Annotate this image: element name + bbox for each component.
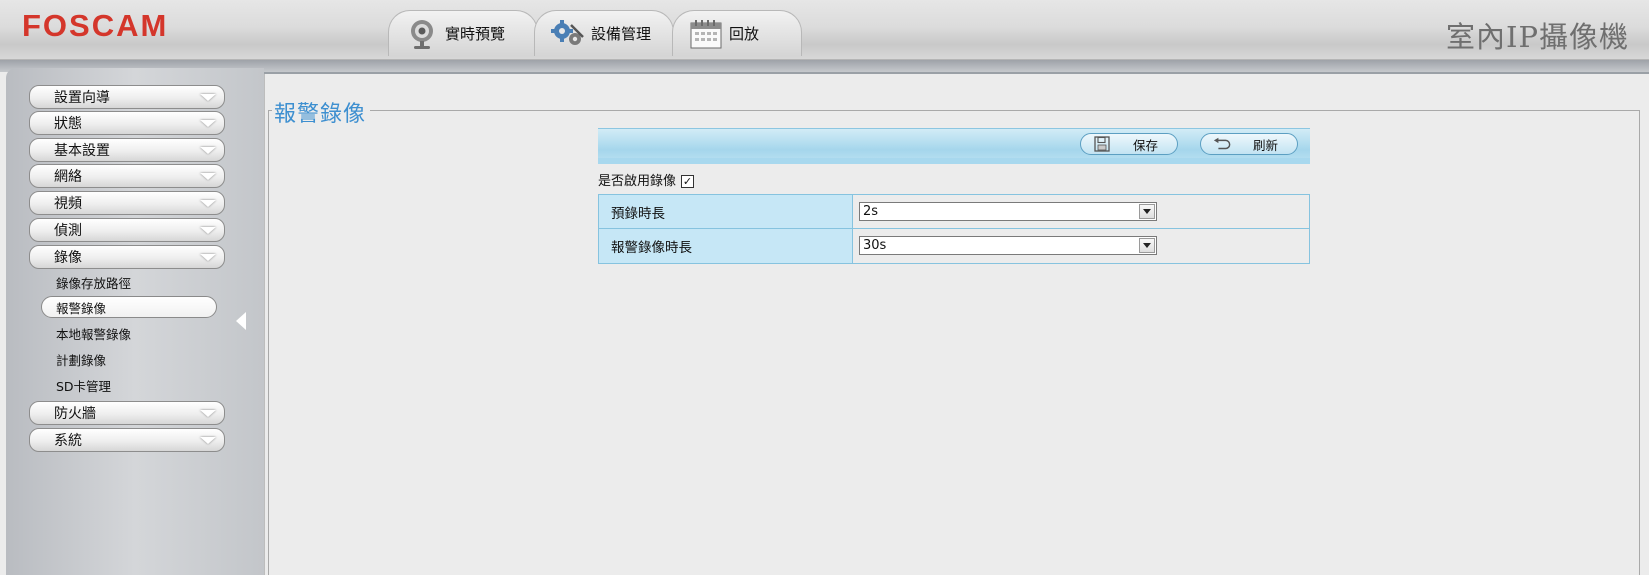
calendar-icon [689,17,723,51]
tab-playback[interactable]: 回放 [672,10,802,56]
sidebar-item-label: 狀態 [54,116,82,132]
sidebar-item-setup-wizard[interactable]: 設置向導 [29,85,225,109]
active-pointer-icon [236,312,246,330]
table-row: 報警錄像時長 30s [599,229,1309,263]
pre-record-duration-label: 預錄時長 [599,195,853,228]
sidebar-item-label: 網絡 [54,169,82,185]
camera-icon [405,17,439,51]
gears-icon [551,17,585,51]
pre-record-duration-value: 2s [863,204,879,219]
alarm-record-duration-value: 30s [863,238,887,253]
record-settings-table: 預錄時長 2s 報警錄像時長 30s [598,194,1310,264]
sidebar-item-status[interactable]: 狀態 [29,111,225,135]
chevron-down-icon [200,200,216,207]
sidebar-item-detection[interactable]: 偵測 [29,218,225,242]
sidebar-item-firewall[interactable]: 防火牆 [29,401,225,425]
tab-device-management-label: 設備管理 [591,25,652,43]
checkmark-icon: ✓ [682,175,693,188]
pre-record-duration-cell: 2s [853,195,1309,228]
sidebar-item-video[interactable]: 視頻 [29,191,225,215]
alarm-record-duration-cell: 30s [853,229,1309,263]
save-button[interactable]: 保存 [1080,133,1178,155]
tab-device-management[interactable]: 設備管理 [534,10,674,56]
undo-arrow-icon [1213,136,1231,152]
sidebar-item-recording[interactable]: 錄像 [29,245,225,269]
header-bar: FOSCAM 實時預覽 設備管理 回放 室內IP攝像機 [0,0,1649,60]
chevron-down-icon [200,147,216,154]
chevron-down-icon [200,227,216,234]
alarm-record-duration-select[interactable]: 30s [859,236,1157,255]
page-title: 報警錄像 [272,96,371,128]
save-button-label: 保存 [1133,137,1159,153]
enable-recording-label: 是否啟用錄像 [598,174,677,189]
sidebar-item-label: 偵測 [54,223,82,239]
chevron-down-icon [200,120,216,127]
dropdown-arrow-icon[interactable] [1139,238,1155,253]
sidebar-item-system[interactable]: 系統 [29,428,225,452]
sidebar-item-network[interactable]: 網絡 [29,164,225,188]
refresh-button-label: 刷新 [1253,137,1279,153]
chevron-down-icon [200,410,216,417]
pre-record-duration-select[interactable]: 2s [859,202,1157,221]
chevron-down-icon [200,173,216,180]
chevron-down-icon [200,437,216,444]
enable-recording-row: 是否啟用錄像 ✓ [598,170,695,189]
dropdown-arrow-icon[interactable] [1139,204,1155,219]
submenu-item-label: 報警錄像 [56,300,107,316]
submenu-item-sd-card[interactable]: SD卡管理 [56,376,111,395]
chevron-down-icon [200,94,216,101]
alarm-record-duration-label: 報警錄像時長 [599,229,853,263]
toolbar-bottom-strip [598,158,1310,164]
product-title: 室內IP攝像機 [1446,20,1629,54]
foscam-logo: FOSCAM [22,8,169,43]
submenu-item-local-alarm-record[interactable]: 本地報警錄像 [56,324,131,343]
sidebar: 設置向導 狀態 基本設置 網絡 視頻 偵測 錄像 錄像存放路徑 報警錄像 本地報… [6,68,264,575]
submenu-item-alarm-record[interactable]: 報警錄像 [41,296,217,318]
settings-fieldset [268,110,1640,575]
submenu-item-schedule-record[interactable]: 計劃錄像 [56,350,106,369]
sidebar-item-label: 基本設置 [54,143,110,159]
sidebar-item-label: 錄像 [54,250,82,266]
divider [264,72,1649,74]
tab-playback-label: 回放 [729,25,760,43]
sidebar-item-label: 系統 [54,433,82,449]
table-row: 預錄時長 2s [599,195,1309,229]
floppy-disk-icon [1093,136,1111,152]
chevron-down-icon [200,254,216,261]
enable-recording-checkbox[interactable]: ✓ [681,175,695,188]
submenu-item-record-path[interactable]: 錄像存放路徑 [56,273,131,292]
refresh-button[interactable]: 刷新 [1200,133,1298,155]
sidebar-item-label: 視頻 [54,196,82,212]
tab-live-view-label: 實時預覽 [445,25,506,43]
sidebar-item-label: 設置向導 [54,90,110,106]
tab-live-view[interactable]: 實時預覽 [388,10,538,56]
sidebar-item-label: 防火牆 [54,406,96,422]
sidebar-item-basic-settings[interactable]: 基本設置 [29,138,225,162]
